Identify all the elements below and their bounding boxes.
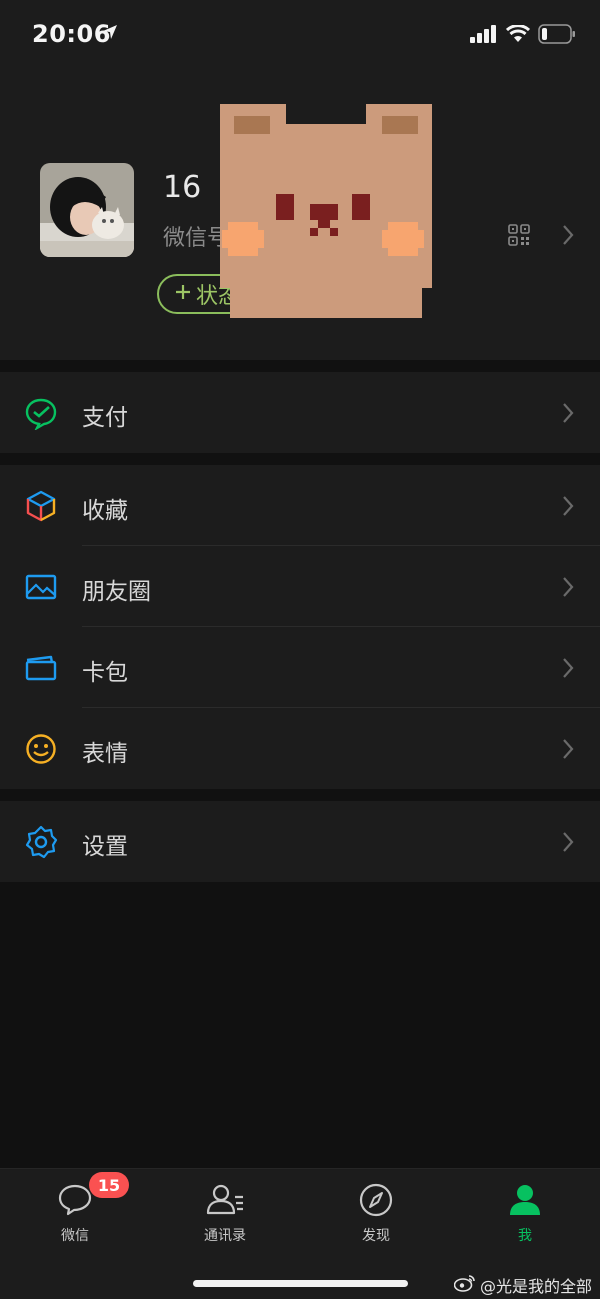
tab-me-label: 我: [518, 1228, 532, 1244]
status-indicators: [470, 24, 576, 44]
chevron-right-icon: [561, 402, 575, 428]
chevron-right-icon: [561, 576, 575, 602]
tab-contacts-label: 通讯录: [204, 1228, 246, 1244]
home-indicator[interactable]: [193, 1280, 408, 1287]
tab-chats-label: 微信: [61, 1228, 89, 1244]
tab-contacts[interactable]: 通讯录: [175, 1183, 275, 1245]
watermark: @光是我的全部: [453, 1273, 592, 1297]
menu-item-cards-label: 卡包: [82, 660, 128, 686]
location-arrow-icon: [102, 24, 118, 44]
pay-icon: [24, 396, 58, 432]
menu-item-cards[interactable]: 卡包: [0, 627, 600, 708]
plus-icon: [174, 282, 192, 307]
menu-item-pay[interactable]: 支付: [0, 372, 600, 453]
nickname: 16: [163, 170, 202, 205]
battery-icon: [538, 24, 575, 44]
person-icon: [507, 1185, 543, 1221]
menu-group-pay: 支付: [0, 372, 600, 453]
menu-item-moments-label: 朋友圈: [82, 579, 151, 605]
favorites-cube-icon: [24, 489, 58, 523]
gear-icon: [24, 825, 58, 859]
chevron-right-icon: [561, 495, 575, 521]
cellular-signal-icon: [470, 25, 496, 43]
tab-me[interactable]: 我: [475, 1183, 575, 1245]
menu-item-favorites[interactable]: 收藏: [0, 465, 600, 546]
status-time: 20:06: [32, 20, 111, 48]
contacts-person-icon: [205, 1184, 245, 1221]
chevron-right-icon: [561, 657, 575, 683]
qr-code-icon[interactable]: [508, 224, 530, 250]
watermark-text: @光是我的全部: [479, 1277, 592, 1296]
menu-item-stickers[interactable]: 表情: [0, 708, 600, 789]
menu-item-stickers-label: 表情: [82, 741, 128, 767]
wifi-icon: [506, 25, 530, 42]
chat-bubble-icon: [57, 1184, 93, 1221]
menu-item-settings[interactable]: 设置: [0, 801, 600, 882]
avatar[interactable]: [40, 163, 134, 257]
tab-discover-label: 发现: [362, 1228, 390, 1244]
smiley-face-icon: [24, 732, 58, 766]
menu-item-settings-label: 设置: [82, 834, 128, 860]
card-wallet-icon: [24, 651, 58, 685]
chevron-right-icon: [561, 224, 575, 250]
chevron-right-icon: [561, 738, 575, 764]
bear-sticker-image: [220, 104, 432, 322]
weibo-logo-icon: [453, 1274, 476, 1296]
moments-photo-icon: [24, 570, 58, 604]
chevron-right-icon: [561, 831, 575, 857]
menu-item-pay-label: 支付: [82, 405, 128, 431]
tab-discover[interactable]: 发现: [326, 1183, 426, 1245]
menu-item-favorites-label: 收藏: [82, 498, 128, 524]
menu-item-moments[interactable]: 朋友圈: [0, 546, 600, 627]
menu-group-settings: 设置: [0, 801, 600, 882]
status-bar: 20:06: [0, 0, 600, 72]
profile-header[interactable]: 16 微信号 状态: [0, 72, 600, 360]
menu-group-main: 收藏 朋友圈 卡包 表情: [0, 465, 600, 789]
compass-icon: [358, 1183, 394, 1221]
unread-badge: 15: [89, 1172, 129, 1198]
